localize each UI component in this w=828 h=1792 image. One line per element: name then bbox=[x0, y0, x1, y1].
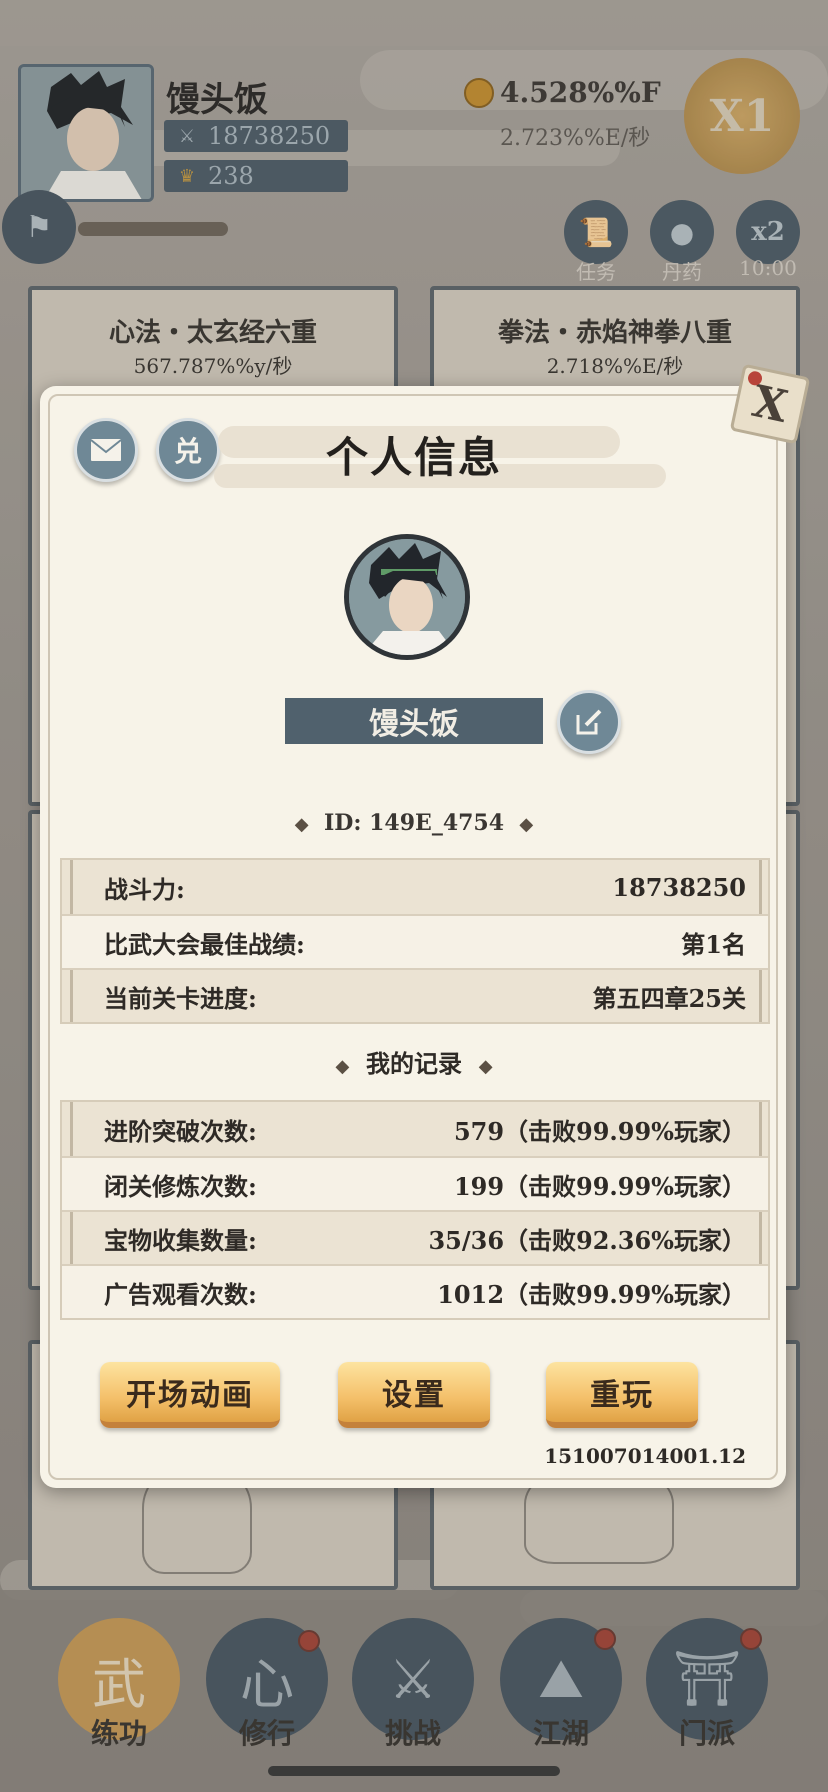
edit-name-button[interactable] bbox=[557, 690, 621, 754]
diamond-icon: ◆ bbox=[519, 814, 534, 835]
row-value: 35/36（击败92.36%玩家） bbox=[428, 1225, 746, 1255]
row-label: 闭关修炼次数: bbox=[104, 1171, 257, 1201]
info-row-power: 战斗力: 18738250 bbox=[62, 860, 768, 914]
row-label: 广告观看次数: bbox=[104, 1279, 257, 1309]
edit-icon bbox=[576, 709, 602, 735]
row-label: 比武大会最佳战绩: bbox=[104, 929, 305, 959]
row-value: 18738250 bbox=[612, 872, 746, 902]
records-title: ◆ 我的记录 ◆ bbox=[0, 1044, 828, 1079]
id-value: 149E_4754 bbox=[369, 810, 505, 836]
row-value: 1012（击败99.99%玩家） bbox=[437, 1279, 746, 1309]
row-value: 579（击败99.99%玩家） bbox=[453, 1116, 746, 1146]
row-value: 第五四章25关 bbox=[592, 983, 746, 1013]
profile-name-plate: 馒头饭 bbox=[285, 698, 543, 744]
record-row-seclusion: 闭关修炼次数: 199（击败99.99%玩家） bbox=[62, 1156, 768, 1210]
row-value: 199（击败99.99%玩家） bbox=[453, 1171, 746, 1201]
diamond-icon: ◆ bbox=[478, 1056, 493, 1077]
info-row-progress: 当前关卡进度: 第五四章25关 bbox=[62, 968, 768, 1022]
version-number: 151007014001.12 bbox=[544, 1444, 746, 1468]
replay-button[interactable]: 重玩 bbox=[546, 1362, 698, 1428]
modal-title: 个人信息 bbox=[325, 433, 502, 482]
row-value: 第1名 bbox=[681, 929, 746, 959]
records-table: 进阶突破次数: 579（击败99.99%玩家） 闭关修炼次数: 199（击败99… bbox=[60, 1100, 770, 1320]
row-label: 战斗力: bbox=[104, 874, 185, 904]
record-row-treasure: 宝物收集数量: 35/36（击败92.36%玩家） bbox=[62, 1210, 768, 1264]
record-row-ads: 广告观看次数: 1012（击败99.99%玩家） bbox=[62, 1264, 768, 1318]
row-label: 进阶突破次数: bbox=[104, 1116, 257, 1146]
id-label: ID: bbox=[323, 810, 362, 836]
info-table: 战斗力: 18738250 比武大会最佳战绩: 第1名 当前关卡进度: 第五四章… bbox=[60, 858, 770, 1024]
diamond-icon: ◆ bbox=[335, 1056, 350, 1077]
profile-avatar bbox=[344, 534, 470, 660]
player-id: ◆ ID: 149E_4754 ◆ bbox=[0, 810, 828, 836]
mail-button[interactable] bbox=[74, 418, 138, 482]
records-title-text: 我的记录 bbox=[366, 1049, 462, 1078]
intro-animation-button[interactable]: 开场动画 bbox=[100, 1362, 280, 1428]
info-row-tournament: 比武大会最佳战绩: 第1名 bbox=[62, 914, 768, 968]
redeem-button[interactable]: 兑 bbox=[156, 418, 220, 482]
row-label: 宝物收集数量: bbox=[104, 1225, 257, 1255]
record-row-breakthrough: 进阶突破次数: 579（击败99.99%玩家） bbox=[62, 1102, 768, 1156]
close-button[interactable]: X bbox=[729, 363, 811, 445]
settings-button[interactable]: 设置 bbox=[338, 1362, 490, 1428]
mail-icon bbox=[89, 437, 123, 463]
diamond-icon: ◆ bbox=[294, 814, 309, 835]
row-label: 当前关卡进度: bbox=[104, 983, 257, 1013]
